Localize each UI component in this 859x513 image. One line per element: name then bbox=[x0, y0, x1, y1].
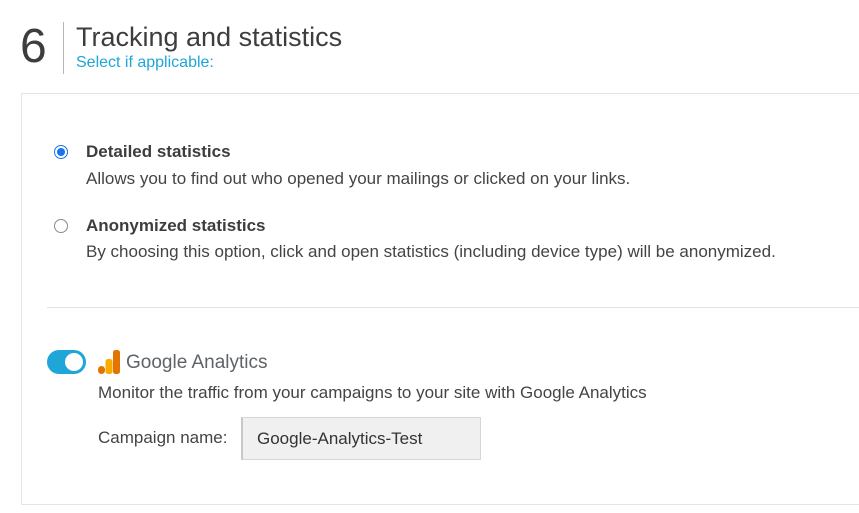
anonymized-statistics-radio[interactable] bbox=[54, 219, 68, 233]
detailed-statistics-description: Allows you to find out who opened your m… bbox=[86, 169, 631, 188]
anonymized-statistics-title[interactable]: Anonymized statistics bbox=[86, 215, 266, 237]
google-analytics-brand-name: Google Analytics bbox=[126, 352, 268, 373]
detailed-statistics-title[interactable]: Detailed statistics bbox=[86, 141, 231, 163]
detailed-statistics-radio[interactable] bbox=[54, 145, 68, 159]
anonymized-statistics-description: By choosing this option, click and open … bbox=[86, 242, 776, 261]
section-title: Tracking and statistics bbox=[76, 22, 343, 52]
section-divider bbox=[47, 307, 859, 308]
campaign-name-label: Campaign name: bbox=[98, 428, 228, 447]
google-analytics-logo-icon bbox=[98, 350, 120, 374]
toggle-knob bbox=[65, 353, 83, 371]
header-divider bbox=[63, 22, 64, 74]
google-analytics-description: Monitor the traffic from your campaigns … bbox=[98, 383, 647, 402]
step-number: 6 bbox=[20, 20, 47, 73]
campaign-name-input[interactable] bbox=[241, 417, 481, 460]
google-analytics-toggle[interactable] bbox=[47, 350, 86, 374]
section-subtitle: Select if applicable: bbox=[76, 54, 214, 71]
